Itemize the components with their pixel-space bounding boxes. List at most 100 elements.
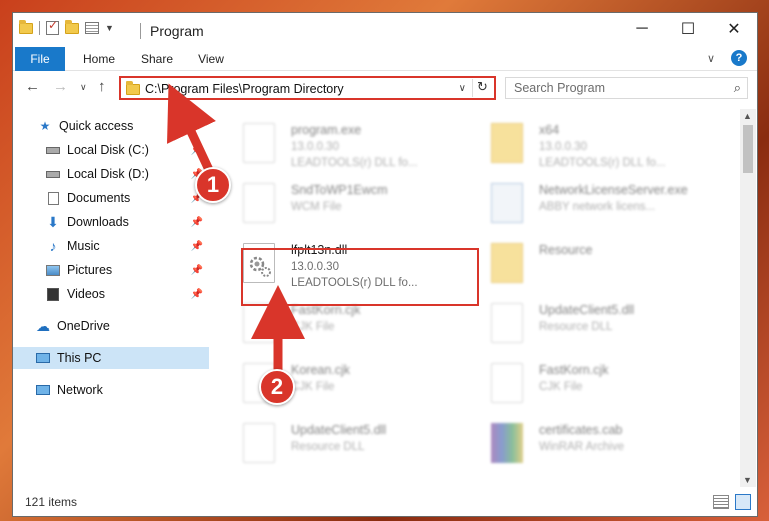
file-type: Resource DLL <box>539 321 613 333</box>
sidebar-item-label: OneDrive <box>57 319 110 333</box>
pin-icon[interactable]: 📌 <box>191 265 203 276</box>
back-arrow-icon[interactable]: ← <box>25 78 40 95</box>
sidebar-item-quick-access[interactable]: ★ Quick access <box>13 115 209 137</box>
file-item[interactable]: program.exe 13.0.0.30 LEADTOOLS(r) DLL f… <box>221 117 471 177</box>
details-view-icon[interactable] <box>713 495 729 509</box>
sidebar-item-label: Local Disk (C:) <box>67 143 149 157</box>
address-bar[interactable]: C:\Program Files\Program Directory ∨ ↻ <box>119 76 496 100</box>
pin-icon[interactable]: 📌 <box>191 289 203 300</box>
close-icon: ✕ <box>727 21 741 38</box>
file-type: CJK File <box>291 321 335 333</box>
file-version: 13.0.0.30 <box>539 141 587 153</box>
quick-access-toolbar: ▼ <box>19 18 114 35</box>
sidebar-item-documents[interactable]: Documents 📌 <box>13 187 209 209</box>
file-item[interactable]: SndToWP1Ewcm WCM File <box>221 177 471 237</box>
file-icon <box>491 363 523 403</box>
sidebar-item-label: This PC <box>57 351 102 365</box>
target-file-highlight <box>241 248 479 306</box>
step-2-badge: 2 <box>259 369 295 405</box>
file-version: 13.0.0.30 <box>291 141 339 153</box>
file-item[interactable]: FastKorn.cjk CJK File <box>221 297 471 357</box>
customize-dropdown-icon[interactable]: ▼ <box>105 23 114 33</box>
toolbar-separator <box>39 21 40 35</box>
file-item[interactable]: certificates.cab WinRAR Archive <box>469 417 719 477</box>
file-item[interactable]: FastKorn.cjk CJK File <box>469 357 719 417</box>
sidebar-item-videos[interactable]: Videos 📌 <box>13 283 209 305</box>
minimize-button[interactable]: ─ <box>619 13 665 45</box>
sidebar-item-network[interactable]: Network <box>13 379 209 401</box>
file-description: LEADTOOLS(r) DLL fo... <box>291 157 418 169</box>
window-title: Program <box>150 23 204 39</box>
sidebar-item-label: Local Disk (D:) <box>67 167 149 181</box>
scroll-down-icon[interactable]: ▼ <box>743 475 752 485</box>
file-item[interactable]: UpdateClient5.dll Resource DLL <box>469 297 719 357</box>
drive-icon <box>45 143 61 157</box>
minimize-icon: ─ <box>636 20 648 37</box>
maximize-button[interactable]: ☐ <box>665 13 711 45</box>
search-icon[interactable]: ⌕ <box>734 80 741 96</box>
search-input[interactable]: Search Program ⌕ <box>505 77 748 99</box>
sidebar-item-label: Videos <box>67 287 105 301</box>
ribbon-tabs: File Home Share View ∨ ? <box>13 47 757 71</box>
archive-icon <box>491 423 523 463</box>
address-dropdown-icon[interactable]: ∨ <box>459 83 466 94</box>
folder-item[interactable]: Resource <box>469 237 719 297</box>
tab-home[interactable]: Home <box>79 47 119 71</box>
navigation-pane: ★ Quick access Local Disk (C:) 📌 Local D… <box>13 109 209 484</box>
pin-icon[interactable]: 📌 <box>191 241 203 252</box>
sidebar-item-local-disk-d[interactable]: Local Disk (D:) 📌 <box>13 163 209 185</box>
file-name: Korean.cjk <box>291 363 351 377</box>
scroll-up-icon[interactable]: ▲ <box>743 111 752 121</box>
folder-icon <box>19 19 33 34</box>
tab-view[interactable]: View <box>193 47 229 71</box>
large-icons-view-icon[interactable] <box>735 494 751 510</box>
sidebar-item-music[interactable]: ♪ Music 📌 <box>13 235 209 257</box>
pin-icon[interactable]: 📌 <box>191 217 203 228</box>
new-folder-icon[interactable] <box>65 19 79 34</box>
window-controls: ─ ☐ ✕ <box>619 13 757 45</box>
explorer-window: ▼ Program ─ ☐ ✕ File Home Share View ∨ ?… <box>12 12 758 517</box>
navigation-bar: ← → ∨ ↑ C:\Program Files\Program Directo… <box>13 74 757 104</box>
sidebar-item-onedrive[interactable]: ☁ OneDrive <box>13 315 209 337</box>
address-path[interactable]: C:\Program Files\Program Directory <box>145 82 344 96</box>
status-bar: 121 items <box>13 489 757 516</box>
maximize-icon: ☐ <box>680 21 696 38</box>
file-type: CJK File <box>291 381 335 393</box>
help-icon[interactable]: ? <box>731 50 747 66</box>
file-type: WCM File <box>291 201 342 213</box>
sidebar-item-downloads[interactable]: ⬇ Downloads 📌 <box>13 211 209 233</box>
properties-icon[interactable] <box>85 22 99 34</box>
file-icon <box>243 183 275 223</box>
file-description: ABBY network licens... <box>539 201 656 213</box>
recent-locations-dropdown-icon[interactable]: ∨ <box>80 82 87 93</box>
executable-icon <box>243 123 275 163</box>
tab-file[interactable]: File <box>15 47 65 71</box>
documents-icon <box>45 191 61 205</box>
dll-gear-icon <box>243 423 275 463</box>
tab-share[interactable]: Share <box>137 47 177 71</box>
sidebar-item-label: Downloads <box>67 215 129 229</box>
scroll-thumb[interactable] <box>743 125 753 173</box>
properties-check-icon[interactable] <box>46 18 59 35</box>
folder-icon <box>491 123 523 163</box>
sidebar-item-pictures[interactable]: Pictures 📌 <box>13 259 209 281</box>
close-button[interactable]: ✕ <box>711 13 757 45</box>
sidebar-item-this-pc[interactable]: This PC <box>13 347 209 369</box>
forward-arrow-icon[interactable]: → <box>53 78 68 95</box>
search-placeholder: Search Program <box>514 81 606 95</box>
title-divider <box>140 23 141 39</box>
file-item[interactable]: UpdateClient5.dll Resource DLL <box>221 417 471 477</box>
folder-item[interactable]: x64 13.0.0.30 LEADTOOLS(r) DLL fo... <box>469 117 719 177</box>
file-name: SndToWP1Ewcm <box>291 183 388 197</box>
folder-icon <box>491 243 523 283</box>
expand-ribbon-icon[interactable]: ∨ <box>707 52 715 65</box>
refresh-icon[interactable]: ↻ <box>472 79 492 97</box>
sidebar-item-local-disk-c[interactable]: Local Disk (C:) 📌 <box>13 139 209 161</box>
file-item[interactable]: NetworkLicenseServer.exe ABBY network li… <box>469 177 719 237</box>
up-arrow-icon[interactable]: ↑ <box>98 78 106 95</box>
file-list: program.exe 13.0.0.30 LEADTOOLS(r) DLL f… <box>221 109 741 484</box>
file-name: FastKorn.cjk <box>539 363 609 377</box>
sidebar-item-label: Documents <box>67 191 131 205</box>
pin-icon[interactable]: 📌 <box>191 145 203 156</box>
vertical-scrollbar[interactable]: ▲ ▼ <box>740 109 756 487</box>
